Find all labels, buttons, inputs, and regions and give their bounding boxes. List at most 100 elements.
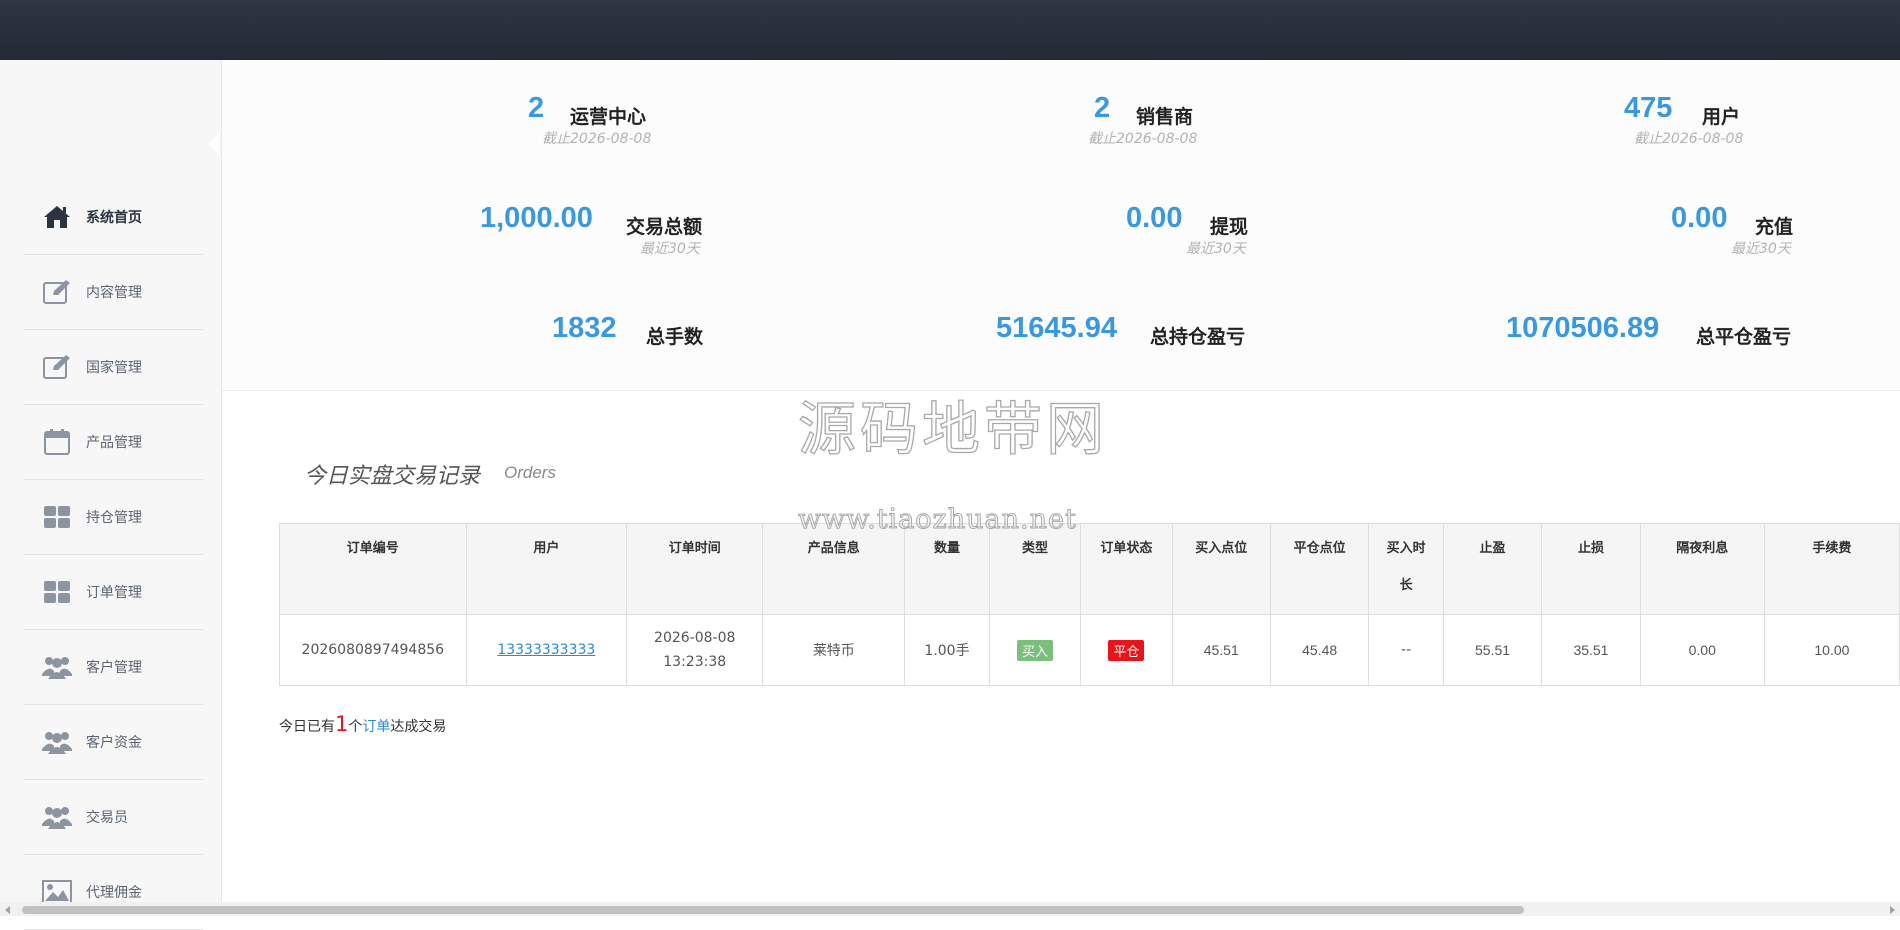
stat-value: 1832 (552, 312, 617, 344)
stats-panel: 2 运营中心 截止2026-08-08 2 销售商 截止2026-08-08 4… (222, 60, 1900, 391)
stat-value: 51645.94 (996, 312, 1117, 344)
col-header-id: 订单编号 (279, 523, 467, 615)
col-header-overnight: 隔夜利息 (1639, 523, 1765, 615)
table-row: 2026080897494856 13333333333 2026-08-08 1… (279, 614, 1900, 686)
orders-title: 今日实盘交易记录 (304, 464, 481, 489)
col-header-status: 订单状态 (1080, 523, 1173, 615)
sidebar-item-label: 订单管理 (86, 585, 142, 601)
summary-orders-link[interactable]: 订单 (362, 719, 390, 735)
stat-value: 1,000.00 (480, 202, 593, 234)
col-header-hold-time: 买入时长 (1368, 523, 1444, 615)
sidebar-item-label: 客户管理 (86, 660, 142, 676)
sidebar-item-content[interactable]: 内容管理 (24, 255, 203, 330)
summary-mid: 个 (348, 719, 363, 735)
sidebar-item-product[interactable]: 产品管理 (24, 405, 203, 480)
summary-count: 1 (335, 712, 349, 736)
sidebar-item-traders[interactable]: 交易员 (24, 780, 203, 855)
stat-label: 用户 (1702, 106, 1741, 128)
scrollbar-thumb[interactable] (22, 906, 1524, 914)
edit-icon (42, 352, 72, 382)
orders-subtitle: Orders (504, 463, 556, 482)
active-indicator (208, 132, 220, 156)
cell-clock: 13:23:38 (663, 654, 727, 670)
col-header-qty: 数量 (904, 523, 990, 615)
col-header-user: 用户 (465, 523, 628, 615)
summary-prefix: 今日已有 (279, 719, 335, 735)
horizontal-scrollbar[interactable] (0, 902, 1900, 916)
orders-table: 订单编号 用户 订单时间 产品信息 数量 类型 订单状态 买入点位 平仓点位 买… (279, 523, 1900, 686)
stat-note: 最近30天 (1186, 241, 1246, 257)
cell-product: 莱特币 (762, 614, 906, 686)
users-icon (42, 802, 72, 832)
type-badge: 买入 (1016, 639, 1053, 661)
cell-time: 2026-08-08 13:23:38 (626, 614, 764, 686)
status-badge: 平仓 (1108, 639, 1145, 661)
stat-label: 总平仓盈亏 (1696, 326, 1792, 348)
summary-suffix: 达成交易 (390, 719, 447, 735)
sidebar-item-customers[interactable]: 客户管理 (24, 630, 203, 705)
cell-date: 2026-08-08 (654, 630, 736, 646)
sidebar-item-label: 国家管理 (86, 360, 142, 376)
users-icon (42, 727, 72, 757)
col-header-take-profit: 止盈 (1442, 523, 1543, 615)
stat-note: 最近30天 (640, 241, 700, 257)
sidebar-item-label: 内容管理 (86, 285, 142, 301)
scroll-right-icon[interactable] (1890, 906, 1895, 914)
sidebar-item-label: 产品管理 (86, 435, 142, 451)
sidebar-item-country[interactable]: 国家管理 (24, 330, 203, 405)
stat-label: 提现 (1210, 216, 1249, 238)
col-header-type: 类型 (988, 523, 1082, 615)
watermark-text: 源码地带网 (797, 394, 1109, 463)
cell-overnight: 0.00 (1639, 614, 1765, 686)
col-header-time: 订单时间 (626, 523, 764, 615)
sidebar-item-label: 系统首页 (86, 210, 142, 226)
cell-status: 平仓 (1080, 614, 1173, 686)
stat-value: 0.00 (1671, 202, 1728, 234)
edit-icon (42, 277, 72, 307)
col-header-hold-line2: 长 (1399, 578, 1413, 593)
stat-value: 2 (528, 92, 545, 124)
sidebar-item-orders[interactable]: 订单管理 (24, 555, 203, 630)
col-header-hold-line1: 买入时 (1386, 541, 1426, 556)
stat-label: 运营中心 (570, 106, 647, 128)
cell-take-profit: 55.51 (1442, 614, 1543, 686)
stat-note: 截止2026-08-08 (1634, 131, 1744, 147)
cell-type: 买入 (988, 614, 1082, 686)
stat-label: 总手数 (646, 326, 704, 348)
scroll-left-icon[interactable] (5, 906, 10, 914)
stat-label: 总持仓盈亏 (1150, 326, 1246, 348)
col-header-close-price: 平仓点位 (1269, 523, 1370, 615)
sidebar-item-home[interactable]: 系统首页 (24, 180, 203, 255)
stat-note: 截止2026-08-08 (542, 131, 652, 147)
grid-icon (42, 577, 72, 607)
col-header-fee: 手续费 (1763, 523, 1900, 615)
stat-label: 销售商 (1136, 106, 1194, 128)
stat-value: 2 (1094, 92, 1111, 124)
calendar-icon (42, 427, 72, 457)
sidebar-item-agent-commission[interactable]: 代理佣金 (24, 855, 203, 930)
cell-hold-time: -- (1368, 614, 1444, 686)
grid-icon (42, 502, 72, 532)
cell-order-id: 2026080897494856 (279, 614, 467, 686)
stat-note: 截止2026-08-08 (1088, 131, 1198, 147)
stat-value: 1070506.89 (1506, 312, 1660, 344)
sidebar-item-label: 交易员 (86, 810, 128, 826)
stat-note: 最近30天 (1731, 241, 1791, 257)
stat-label: 交易总额 (626, 216, 703, 238)
sidebar-item-positions[interactable]: 持仓管理 (24, 480, 203, 555)
watermark-url: www.tiaozhuan.net (798, 504, 1077, 536)
user-link[interactable]: 13333333333 (497, 642, 595, 658)
cell-fee: 10.00 (1763, 614, 1900, 686)
cell-user: 13333333333 (465, 614, 628, 686)
sidebar-item-label: 客户资金 (86, 735, 142, 751)
stat-value: 0.00 (1126, 202, 1183, 234)
col-header-product: 产品信息 (762, 523, 906, 615)
home-icon (42, 202, 72, 232)
cell-qty: 1.00手 (904, 614, 990, 686)
sidebar-item-label: 持仓管理 (86, 510, 142, 526)
table-header-row: 订单编号 用户 订单时间 产品信息 数量 类型 订单状态 买入点位 平仓点位 买… (279, 523, 1900, 615)
top-navbar (0, 0, 1900, 61)
cell-buy-price: 45.51 (1171, 614, 1271, 686)
cell-stop-loss: 35.51 (1541, 614, 1641, 686)
sidebar-item-customer-funds[interactable]: 客户资金 (24, 705, 203, 780)
